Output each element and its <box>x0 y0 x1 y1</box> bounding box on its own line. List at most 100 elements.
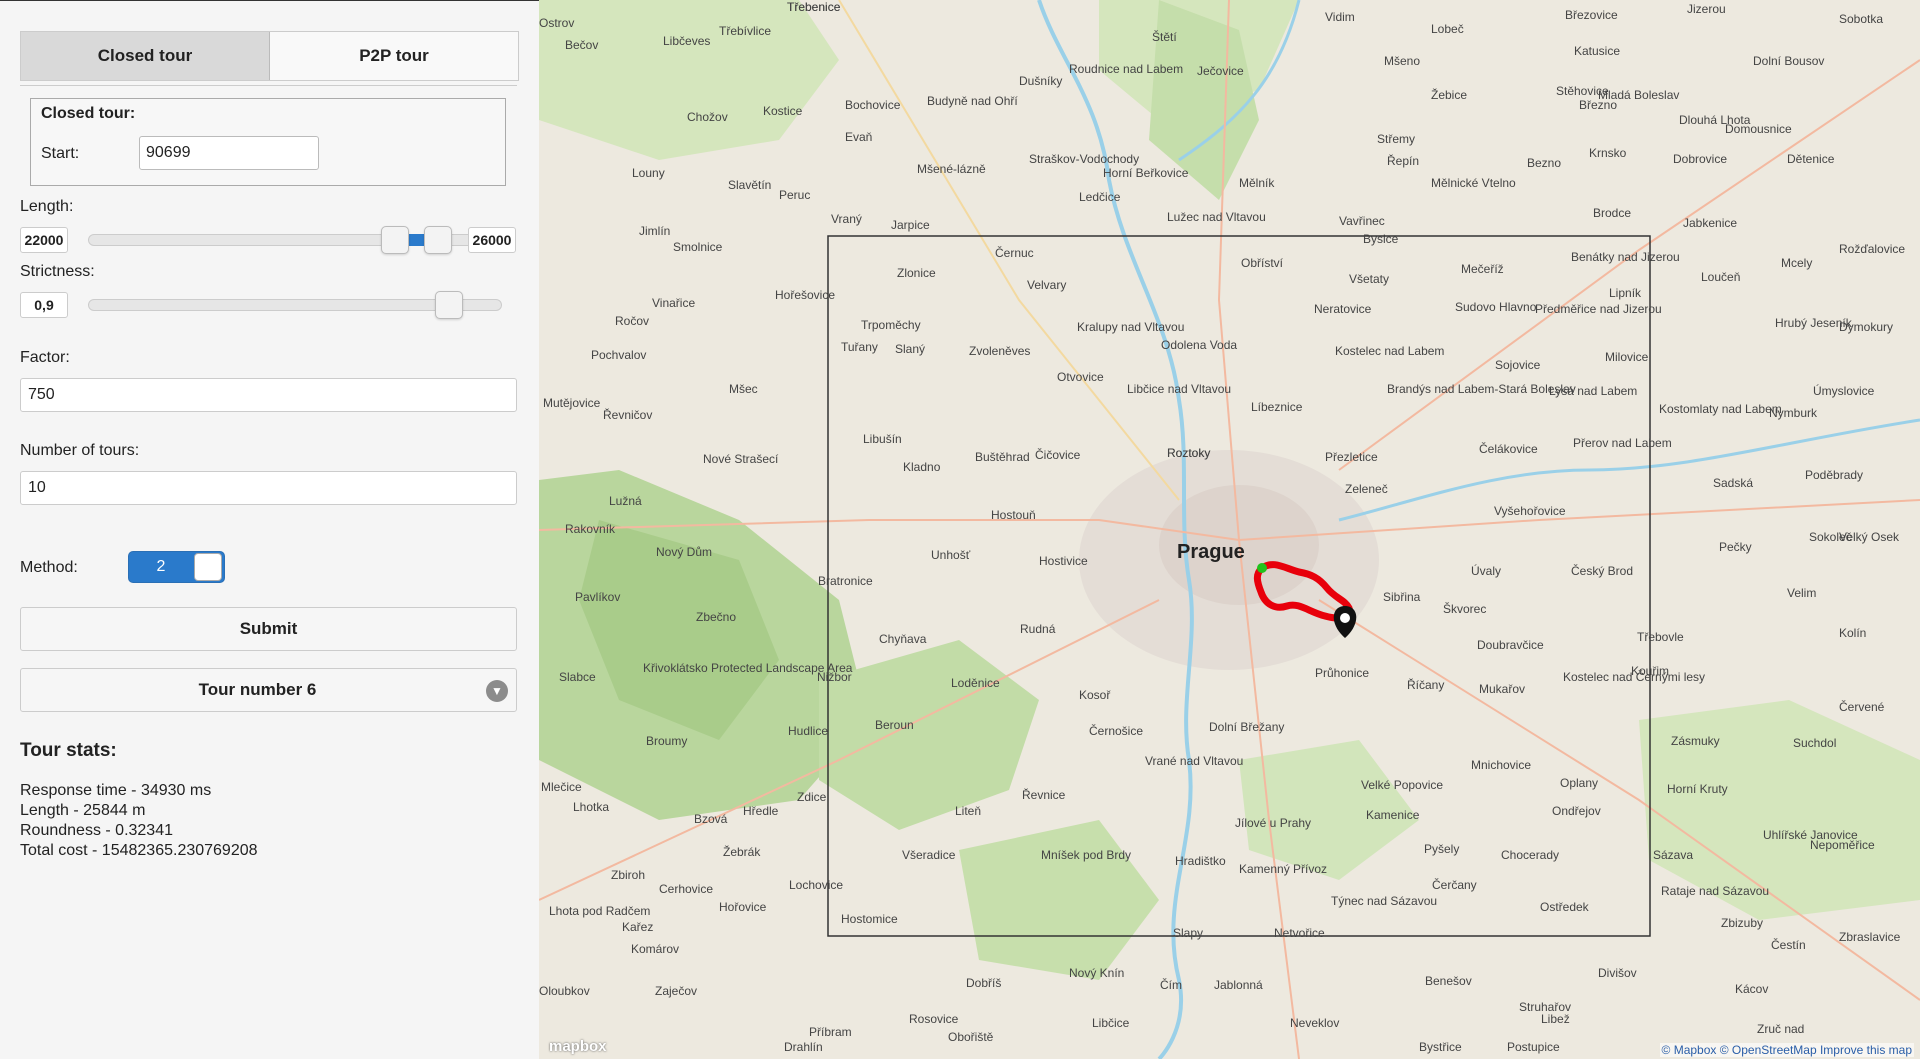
closed-tour-legend: Closed tour: <box>41 105 136 122</box>
map-place-label: Zruč nad <box>1757 1022 1805 1036</box>
map-place-label: Mělník <box>1239 176 1275 190</box>
map-place-label: Lochovice <box>789 878 844 892</box>
map-place-label: Zbečno <box>696 610 737 624</box>
start-input[interactable]: 90699 <box>139 136 319 170</box>
map-place-label: Čelákovice <box>1479 442 1538 456</box>
map-place-label: Sibřina <box>1383 590 1421 604</box>
map-place-label: Dobříš <box>966 976 1002 990</box>
map-place-label: Kouřim <box>1631 664 1670 678</box>
map-place-label: Netvořice <box>1274 926 1325 940</box>
tour-select[interactable]: Tour number 6 ▼ <box>20 668 517 712</box>
length-slider-range <box>409 234 424 246</box>
map-place-label: Všetaty <box>1349 272 1390 286</box>
map-place-label: Lužná <box>609 494 642 508</box>
map-place-label: Zaječov <box>655 984 698 998</box>
length-slider-handle-max[interactable] <box>423 226 452 254</box>
map-place-label: Škvorec <box>1443 602 1487 616</box>
map-place-label: Jimlín <box>639 224 671 238</box>
map-place-label: Oplany <box>1560 776 1599 790</box>
tab-closed-tour[interactable]: Closed tour <box>21 32 270 80</box>
map-place-label: Kácov <box>1735 982 1769 996</box>
map-place-label: Chyňava <box>879 632 927 646</box>
length-label: Length: <box>20 198 74 215</box>
map-place-label: Bysice <box>1363 232 1399 246</box>
map-place-label: Zeleneč <box>1345 482 1388 496</box>
map-place-label: Hředle <box>743 804 779 818</box>
map-place-label: Unhošť <box>931 548 971 562</box>
map-place-label: Broumy <box>646 734 688 748</box>
map-place-label: Louny <box>632 166 665 180</box>
map-place-label: Jabkenice <box>1683 216 1738 230</box>
map-place-label: Mníšek pod Brdy <box>1041 848 1132 862</box>
map-attribution[interactable]: © Mapbox © OpenStreetMap Improve this ma… <box>1659 1043 1914 1057</box>
map-place-label: Horní Beřkovice <box>1103 166 1189 180</box>
map-place-label: Kolín <box>1839 626 1867 640</box>
map-place-label: Zbiroh <box>611 868 646 882</box>
map-place-label: Sudovo Hlavno <box>1455 300 1537 314</box>
map-place-label: Poděbrady <box>1805 468 1864 482</box>
map-place-label: Černošice <box>1089 724 1144 738</box>
method-toggle[interactable]: 2 <box>128 551 225 583</box>
map-place-label: Smolnice <box>673 240 723 254</box>
map-place-label: Rudná <box>1020 622 1056 636</box>
map-place-label: Střemy <box>1377 132 1416 146</box>
map-place-label: Beroun <box>875 718 914 732</box>
map-place-label: Hudlice <box>788 724 829 738</box>
map-place-label: Vidim <box>1325 10 1355 24</box>
map-place-label: Lhota pod Radčem <box>549 904 651 918</box>
map-place-label: Pyšely <box>1424 842 1460 856</box>
mapbox-logo[interactable]: mapbox <box>549 1038 607 1055</box>
map-place-label: Buštěhrad <box>975 450 1030 464</box>
map-place-label: Horní Kruty <box>1667 782 1728 796</box>
map-place-label: Milovice <box>1605 350 1649 364</box>
factor-input[interactable]: 750 <box>20 378 517 412</box>
map-place-label: Libčice nad Vltavou <box>1127 382 1232 396</box>
map-place-label: Stěhovice <box>1556 84 1609 98</box>
map-place-label: Roudnice nad Labem <box>1069 62 1184 76</box>
map-place-label: Ratajе nad Sázavou <box>1661 884 1770 898</box>
method-label: Method: <box>20 559 78 576</box>
strictness-slider-handle[interactable] <box>435 291 464 319</box>
map-place-label: Ledčice <box>1079 190 1121 204</box>
map-place-label: Velké Popovice <box>1361 778 1444 792</box>
map-place-label: Sázava <box>1653 848 1694 862</box>
map-place-label: Čerčany <box>1432 878 1477 892</box>
map-place-label: Mšeno <box>1384 54 1421 68</box>
marker-pin-dot <box>1340 613 1350 623</box>
map-place-label: Nepoměřice <box>1810 838 1875 852</box>
map-place-label: Lipník <box>1609 286 1642 300</box>
number-of-tours-input[interactable]: 10 <box>20 471 517 505</box>
map-view[interactable]: Prague Třebenice Štětí Vidim Lobeč Březovice… <box>539 0 1920 1059</box>
map-place-label: Slapy <box>1173 926 1204 940</box>
map-place-label: Libčice <box>1092 1016 1130 1030</box>
map-place-label: Jarpice <box>891 218 930 232</box>
map-place-label: Nový Dům <box>656 545 713 559</box>
map-place-label: Libušín <box>863 432 902 446</box>
map-place-label: Čím <box>1160 978 1182 992</box>
map-place-label: Drahlín <box>784 1040 823 1054</box>
map-place-label: Slabce <box>559 670 596 684</box>
length-slider-handle-min[interactable] <box>381 226 410 254</box>
map-place-label: Divišov <box>1598 966 1637 980</box>
map-place-label: Vavřinec <box>1339 214 1385 228</box>
map-place-label: Liteň <box>955 804 982 818</box>
tour-stats-title: Tour stats: <box>20 740 117 761</box>
method-toggle-knob <box>194 553 222 581</box>
factor-label: Factor: <box>20 349 70 366</box>
length-min-value: 22000 <box>20 227 68 253</box>
map-place-label: Dolní Břežany <box>1209 720 1285 734</box>
map-place-label: Lobeč <box>1431 22 1464 36</box>
map-place-label: Mečeříž <box>1461 262 1504 276</box>
tab-p2p-tour[interactable]: P2P tour <box>270 32 518 80</box>
map-place-label: Mukařov <box>1479 682 1526 696</box>
map-place-label: Straškov-Vodochody <box>1029 152 1140 166</box>
strictness-label: Strictness: <box>20 263 95 280</box>
map-place-label: Nové Strašecí <box>703 452 779 466</box>
map-place-label: Třebívlice <box>719 24 772 38</box>
map-place-label: Trpoměchy <box>861 318 921 332</box>
map-place-label: Jizerou <box>1687 2 1726 16</box>
map-place-label: Rosovice <box>909 1012 959 1026</box>
map-place-label: Obořiště <box>948 1030 994 1044</box>
submit-button[interactable]: Submit <box>20 607 517 651</box>
strictness-value: 0,9 <box>20 292 68 318</box>
